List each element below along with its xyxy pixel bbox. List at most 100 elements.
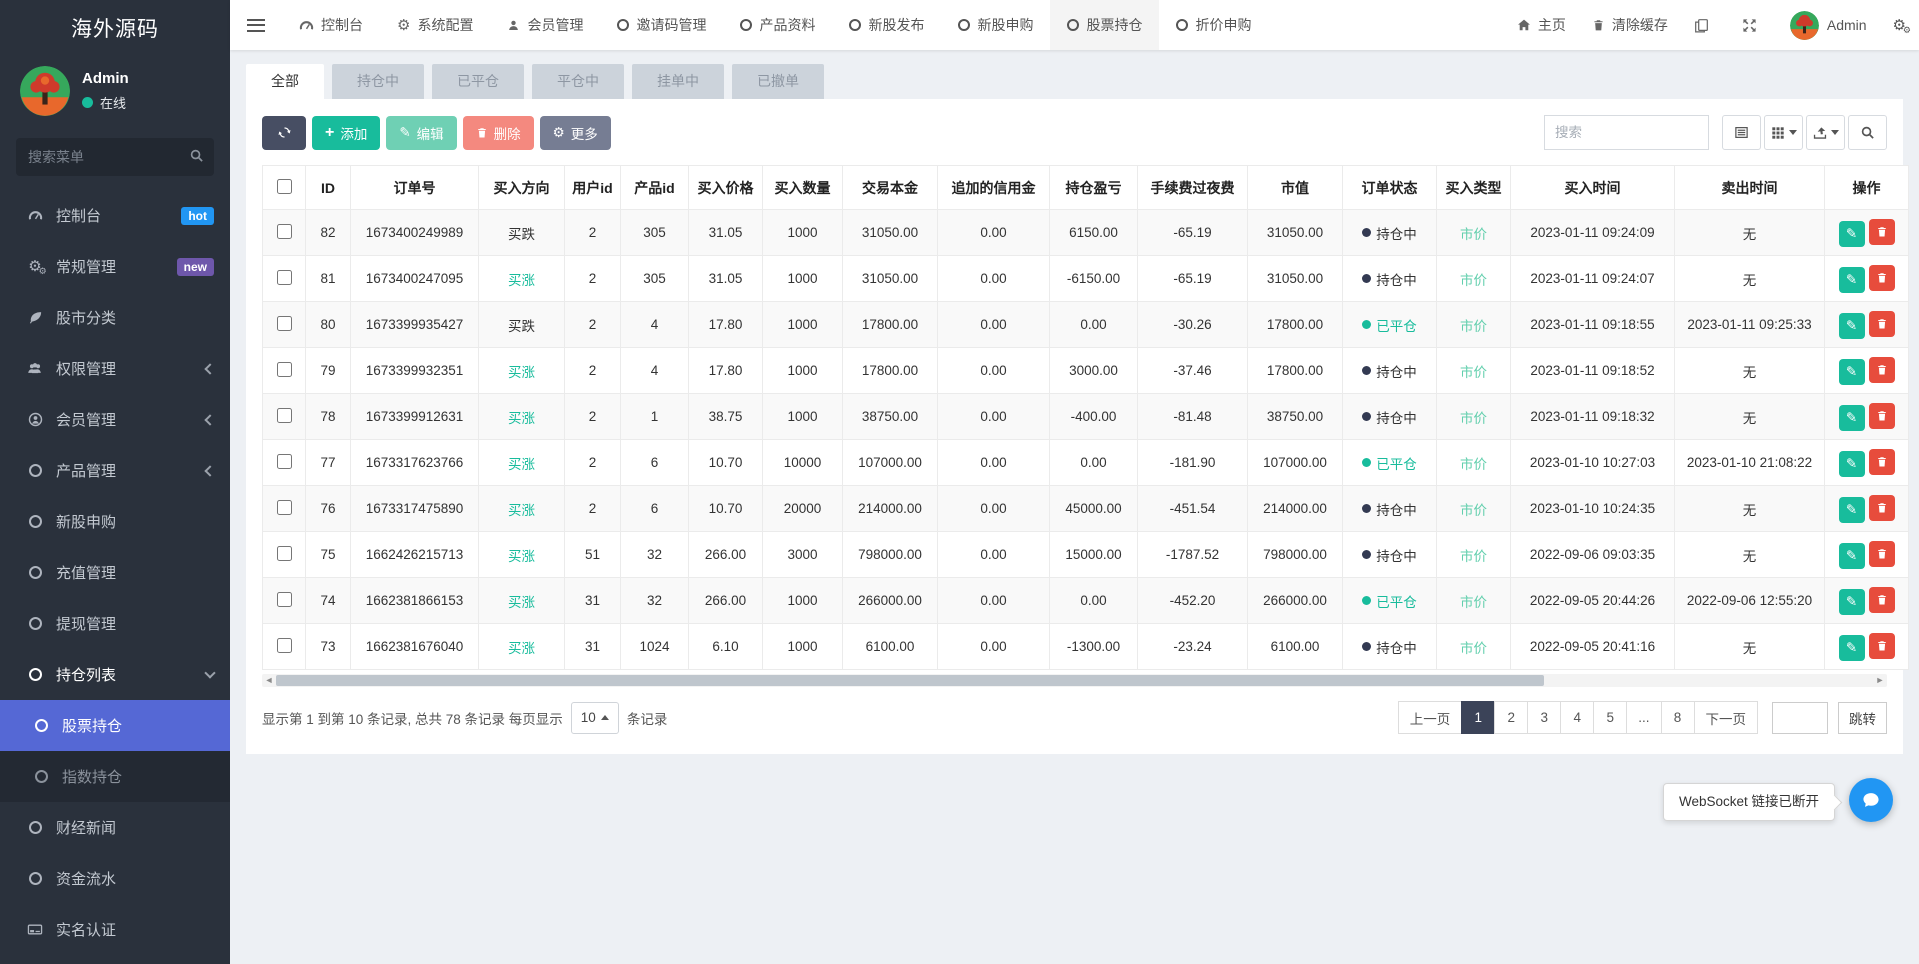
table-cell: -65.19 bbox=[1138, 210, 1248, 256]
more-button[interactable]: ⚙ 更多 bbox=[540, 116, 611, 150]
row-delete-button[interactable] bbox=[1869, 265, 1895, 291]
jump-page-input[interactable] bbox=[1772, 702, 1828, 734]
sidebar-item[interactable]: 指数持仓 bbox=[0, 751, 230, 802]
row-delete-button[interactable] bbox=[1869, 449, 1895, 475]
navbar-item[interactable]: 新股发布 bbox=[832, 0, 941, 50]
row-edit-button[interactable]: ✎ bbox=[1839, 589, 1865, 615]
row-delete-button[interactable] bbox=[1869, 357, 1895, 383]
home-button[interactable]: 主页 bbox=[1504, 0, 1579, 50]
sidebar-item[interactable]: ⚙⚙常规管理new bbox=[0, 241, 230, 292]
row-delete-button[interactable] bbox=[1869, 219, 1895, 245]
scrollbar-thumb[interactable] bbox=[276, 675, 1544, 686]
sidebar-item[interactable]: 股市分类 bbox=[0, 292, 230, 343]
row-checkbox[interactable] bbox=[277, 454, 292, 469]
page-ellipsis-button[interactable]: ... bbox=[1626, 701, 1661, 734]
row-delete-button[interactable] bbox=[1869, 495, 1895, 521]
row-delete-button[interactable] bbox=[1869, 541, 1895, 567]
row-edit-button[interactable]: ✎ bbox=[1839, 359, 1865, 385]
refresh-button[interactable] bbox=[262, 116, 306, 150]
user-menu[interactable]: Admin bbox=[1777, 0, 1880, 50]
horizontal-scrollbar[interactable]: ◄ ► bbox=[262, 674, 1887, 687]
clear-cache-button[interactable]: 清除缓存 bbox=[1579, 0, 1681, 50]
sidebar-search-input[interactable] bbox=[16, 138, 214, 176]
sidebar-item[interactable]: 产品管理 bbox=[0, 445, 230, 496]
prev-page-button[interactable]: 上一页 bbox=[1398, 701, 1463, 734]
page-button[interactable]: 1 bbox=[1461, 701, 1495, 734]
row-edit-button[interactable]: ✎ bbox=[1839, 635, 1865, 661]
settings-button[interactable]: ⚙⚙ bbox=[1880, 0, 1919, 50]
delete-button[interactable]: 删除 bbox=[463, 116, 534, 150]
fullscreen-button[interactable] bbox=[1729, 0, 1777, 50]
sidebar-item[interactable]: 持仓列表 bbox=[0, 649, 230, 700]
page-size-select[interactable]: 10 bbox=[571, 702, 619, 734]
table-search-input[interactable] bbox=[1544, 115, 1709, 150]
page-button[interactable]: 4 bbox=[1560, 701, 1594, 734]
avatar[interactable] bbox=[20, 66, 70, 116]
add-button[interactable]: + 添加 bbox=[312, 116, 380, 150]
sidebar-item[interactable]: 新股申购 bbox=[0, 496, 230, 547]
navbar-item[interactable]: 新股申购 bbox=[941, 0, 1050, 50]
sidebar-item[interactable]: 提现管理 bbox=[0, 598, 230, 649]
search-button[interactable] bbox=[1848, 115, 1887, 150]
sidebar-item[interactable]: 控制台hot bbox=[0, 190, 230, 241]
row-checkbox[interactable] bbox=[277, 592, 292, 607]
row-checkbox[interactable] bbox=[277, 224, 292, 239]
row-edit-button[interactable]: ✎ bbox=[1839, 543, 1865, 569]
row-checkbox[interactable] bbox=[277, 546, 292, 561]
sidebar-item[interactable]: 折价申购 bbox=[0, 955, 230, 964]
tab-平仓中[interactable]: 平仓中 bbox=[532, 64, 624, 99]
page-button[interactable]: 3 bbox=[1527, 701, 1561, 734]
row-edit-button[interactable]: ✎ bbox=[1839, 451, 1865, 477]
row-delete-button[interactable] bbox=[1869, 587, 1895, 613]
navbar-item[interactable]: 股票持仓 bbox=[1050, 0, 1159, 50]
navbar-item[interactable]: 邀请码管理 bbox=[600, 0, 723, 50]
navbar-item[interactable]: ⚙系统配置 bbox=[380, 0, 490, 50]
edit-button[interactable]: ✎ 编辑 bbox=[386, 116, 456, 150]
columns-button[interactable] bbox=[1764, 115, 1803, 150]
navbar-item[interactable]: 控制台 bbox=[282, 0, 380, 50]
tab-挂单中[interactable]: 挂单中 bbox=[632, 64, 724, 99]
sidebar-item[interactable]: 股票持仓 bbox=[0, 700, 230, 751]
scroll-left-icon[interactable]: ◄ bbox=[262, 674, 276, 687]
row-delete-button[interactable] bbox=[1869, 311, 1895, 337]
sidebar-item[interactable]: 充值管理 bbox=[0, 547, 230, 598]
tab-已平仓[interactable]: 已平仓 bbox=[432, 64, 524, 99]
page-button[interactable]: 2 bbox=[1494, 701, 1528, 734]
sidebar-item[interactable]: 会员管理 bbox=[0, 394, 230, 445]
sidebar-item[interactable]: 财经新闻 bbox=[0, 802, 230, 853]
notes-button[interactable] bbox=[1681, 0, 1729, 50]
row-delete-button[interactable] bbox=[1869, 633, 1895, 659]
next-page-button[interactable]: 下一页 bbox=[1694, 701, 1759, 734]
row-checkbox[interactable] bbox=[277, 408, 292, 423]
row-edit-button[interactable]: ✎ bbox=[1839, 221, 1865, 247]
scroll-right-icon[interactable]: ► bbox=[1873, 674, 1887, 687]
tab-持仓中[interactable]: 持仓中 bbox=[332, 64, 424, 99]
row-checkbox[interactable] bbox=[277, 500, 292, 515]
sidebar-item[interactable]: 实名认证 bbox=[0, 904, 230, 955]
navbar-item[interactable]: 会员管理 bbox=[490, 0, 600, 50]
export-button[interactable] bbox=[1806, 115, 1845, 150]
row-checkbox[interactable] bbox=[277, 638, 292, 653]
page-button[interactable]: 8 bbox=[1661, 701, 1695, 734]
row-edit-button[interactable]: ✎ bbox=[1839, 497, 1865, 523]
sidebar-item-label: 实名认证 bbox=[56, 919, 116, 940]
row-edit-button[interactable]: ✎ bbox=[1839, 313, 1865, 339]
navbar-item[interactable]: 折价申购 bbox=[1159, 0, 1268, 50]
jump-button[interactable]: 跳转 bbox=[1838, 702, 1887, 734]
tab-已撤单[interactable]: 已撤单 bbox=[732, 64, 824, 99]
row-checkbox[interactable] bbox=[277, 316, 292, 331]
row-checkbox[interactable] bbox=[277, 362, 292, 377]
chat-widget-button[interactable] bbox=[1849, 778, 1893, 822]
tab-全部[interactable]: 全部 bbox=[246, 64, 324, 99]
row-edit-button[interactable]: ✎ bbox=[1839, 267, 1865, 293]
row-delete-button[interactable] bbox=[1869, 403, 1895, 429]
detail-view-button[interactable] bbox=[1722, 115, 1761, 150]
navbar-item[interactable]: 产品资料 bbox=[723, 0, 832, 50]
select-all-checkbox[interactable] bbox=[277, 179, 292, 194]
sidebar-item[interactable]: 资金流水 bbox=[0, 853, 230, 904]
sidebar-toggle-button[interactable] bbox=[230, 0, 282, 50]
row-edit-button[interactable]: ✎ bbox=[1839, 405, 1865, 431]
sidebar-item[interactable]: 权限管理 bbox=[0, 343, 230, 394]
row-checkbox[interactable] bbox=[277, 270, 292, 285]
page-button[interactable]: 5 bbox=[1593, 701, 1627, 734]
